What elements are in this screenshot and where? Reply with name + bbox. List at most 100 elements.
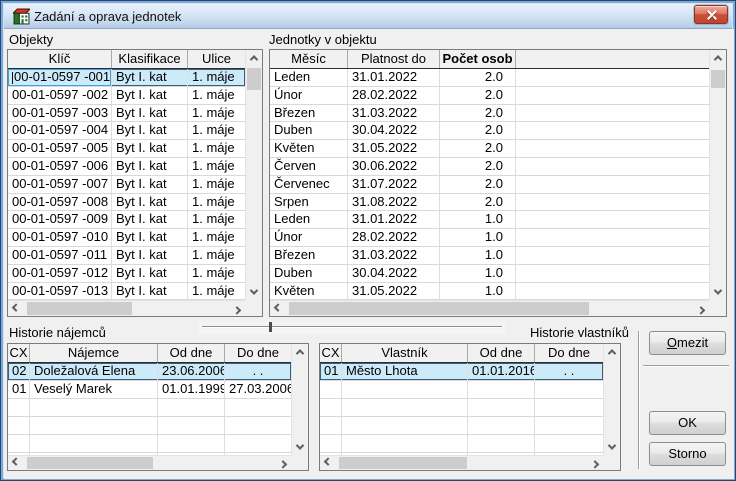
cell[interactable]: 1. máje	[188, 176, 245, 193]
cell[interactable]	[516, 140, 709, 157]
scroll-left-button[interactable]	[320, 456, 336, 470]
cell[interactable]: Byt I. kat	[112, 283, 188, 300]
cell[interactable]: Červenec	[270, 176, 348, 193]
cell[interactable]	[8, 399, 30, 416]
column-header[interactable]: CX	[8, 344, 30, 362]
cell[interactable]	[516, 194, 709, 211]
scroll-left-button[interactable]	[270, 301, 286, 316]
cell[interactable]: 31.01.2022	[348, 69, 440, 86]
cell[interactable]	[516, 211, 709, 228]
cell[interactable]	[516, 229, 709, 246]
column-header[interactable]: Měsíc	[270, 50, 348, 68]
column-header[interactable]: Vlastník	[342, 344, 468, 362]
cell[interactable]	[158, 399, 225, 416]
cell[interactable]	[516, 69, 709, 86]
split-slider[interactable]	[198, 321, 506, 334]
cell[interactable]: 00-01-0597 -009	[8, 211, 112, 228]
column-header[interactable]: Platnost do	[348, 50, 440, 68]
cell[interactable]	[516, 122, 709, 139]
table-row[interactable]: 01Město Lhota01.01.2016. .	[320, 363, 603, 381]
cell[interactable]: 00-01-0597 -001	[8, 69, 112, 86]
jednotky-horizontal-scrollbar[interactable]	[270, 300, 709, 316]
column-header[interactable]: Nájemce	[30, 344, 158, 362]
table-row[interactable]: Březen31.03.20222.0	[270, 105, 709, 123]
cell[interactable]: Únor	[270, 229, 348, 246]
scroll-up-button[interactable]	[604, 344, 620, 360]
cell[interactable]	[342, 399, 468, 416]
cell[interactable]: Byt I. kat	[112, 211, 188, 228]
column-header[interactable]: Ulice	[188, 50, 245, 68]
scroll-down-button[interactable]	[292, 439, 308, 455]
table-row[interactable]: 00-01-0597 -006Byt I. kat1. máje	[8, 158, 245, 176]
cell[interactable]: Byt I. kat	[112, 105, 188, 122]
cell[interactable]: 00-01-0597 -012	[8, 265, 112, 282]
cell[interactable]: 30.04.2022	[348, 122, 440, 139]
cell[interactable]: 31.05.2022	[348, 283, 440, 300]
table-row[interactable]: 00-01-0597 -005Byt I. kat1. máje	[8, 140, 245, 158]
scrollbar-thumb[interactable]	[247, 68, 261, 90]
cell[interactable]	[342, 381, 468, 398]
column-header[interactable]: Klíč	[8, 50, 112, 68]
cell[interactable]	[225, 399, 291, 416]
cell[interactable]: Srpen	[270, 194, 348, 211]
cell[interactable]: Byt I. kat	[112, 69, 188, 86]
najemci-vertical-scrollbar[interactable]	[291, 344, 308, 455]
cell[interactable]: 2.0	[440, 176, 516, 193]
cell[interactable]: 00-01-0597 -006	[8, 158, 112, 175]
cell[interactable]	[225, 417, 291, 434]
cell[interactable]	[516, 283, 709, 300]
cell[interactable]	[516, 105, 709, 122]
table-row[interactable]: Duben30.04.20221.0	[270, 265, 709, 283]
cell[interactable]: 1.0	[440, 229, 516, 246]
cell[interactable]: 1. máje	[188, 229, 245, 246]
cell[interactable]	[535, 399, 603, 416]
table-row-empty[interactable]	[8, 399, 291, 417]
cell[interactable]: 30.06.2022	[348, 158, 440, 175]
cell[interactable]: Byt I. kat	[112, 140, 188, 157]
column-header[interactable]: Počet osob	[440, 50, 516, 68]
column-header[interactable]: Klasifikace	[112, 50, 188, 68]
cell[interactable]: Květen	[270, 283, 348, 300]
cell[interactable]: 23.06.2006	[158, 363, 225, 380]
column-header[interactable]: Do dne	[225, 344, 291, 362]
column-header[interactable]: Od dne	[158, 344, 225, 362]
cell[interactable]: 1. máje	[188, 105, 245, 122]
vlastnici-horizontal-scrollbar[interactable]	[320, 455, 603, 470]
column-header[interactable]: Do dne	[535, 344, 603, 362]
cell[interactable]: 01.01.1999	[158, 381, 225, 398]
scroll-left-button[interactable]	[8, 301, 24, 316]
scroll-down-button[interactable]	[246, 284, 262, 300]
cell[interactable]: 1. máje	[188, 140, 245, 157]
table-row[interactable]: Květen31.05.20222.0	[270, 140, 709, 158]
table-row-empty[interactable]	[320, 381, 603, 399]
cell[interactable]: Březen	[270, 105, 348, 122]
cell[interactable]: 1. máje	[188, 194, 245, 211]
cell[interactable]: Leden	[270, 69, 348, 86]
scrollbar-thumb[interactable]	[27, 457, 153, 469]
cell[interactable]	[30, 435, 158, 452]
cell[interactable]: Byt I. kat	[112, 87, 188, 104]
scroll-up-button[interactable]	[246, 50, 262, 66]
jednotky-vertical-scrollbar[interactable]	[709, 50, 726, 300]
cell[interactable]: Byt I. kat	[112, 194, 188, 211]
table-row[interactable]: 00-01-0597 -007Byt I. kat1. máje	[8, 176, 245, 194]
cell[interactable]: 31.07.2022	[348, 176, 440, 193]
scroll-right-button[interactable]	[229, 301, 245, 316]
cell[interactable]	[516, 87, 709, 104]
cell[interactable]: 2.0	[440, 105, 516, 122]
cell[interactable]	[535, 435, 603, 452]
cell[interactable]: 28.02.2022	[348, 229, 440, 246]
cell[interactable]: 00-01-0597 -002	[8, 87, 112, 104]
cell[interactable]	[30, 399, 158, 416]
cell[interactable]: 1. máje	[188, 87, 245, 104]
cell[interactable]: 31.05.2022	[348, 140, 440, 157]
table-row[interactable]: Leden31.01.20221.0	[270, 211, 709, 229]
cell[interactable]: 1. máje	[188, 247, 245, 264]
cell[interactable]	[516, 158, 709, 175]
cell[interactable]: 1.0	[440, 247, 516, 264]
cell[interactable]: Doležalová Elena	[30, 363, 158, 380]
cell[interactable]: Byt I. kat	[112, 247, 188, 264]
cell[interactable]	[468, 381, 535, 398]
cell[interactable]: Duben	[270, 265, 348, 282]
cell[interactable]: 2.0	[440, 87, 516, 104]
